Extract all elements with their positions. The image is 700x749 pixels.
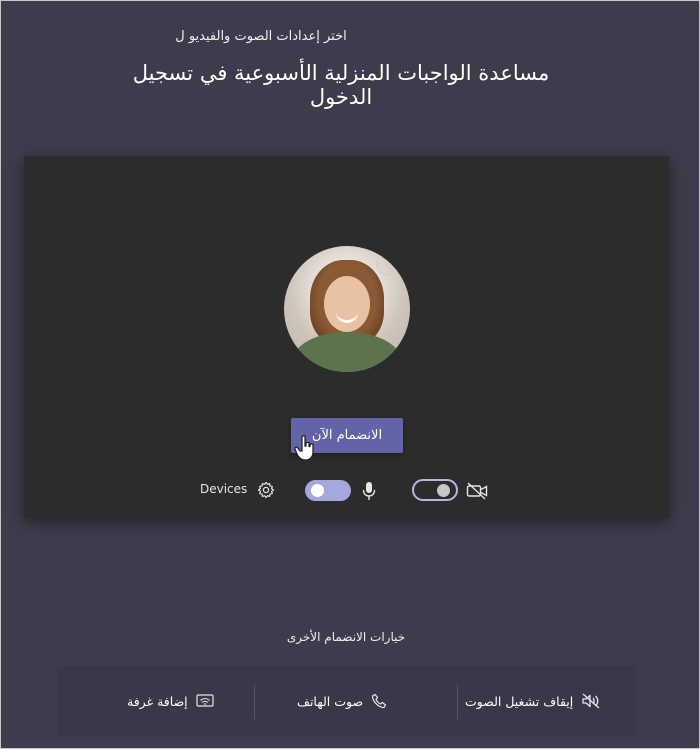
avatar — [284, 246, 410, 372]
page-subtitle: اختر إعدادات الصوت والفيديو ل — [175, 29, 347, 44]
audio-off-label: إيقاف تشغيل الصوت — [465, 693, 574, 709]
divider — [457, 685, 458, 719]
phone-icon — [371, 693, 387, 709]
add-room-option[interactable]: إضافة غرفة — [127, 666, 214, 736]
divider — [254, 685, 255, 719]
other-join-options-title: خيارات الانضمام الأخرى — [286, 630, 406, 644]
other-join-options-bar: إيقاف تشغيل الصوت صوت الهاتف إضافة غرفة — [57, 666, 636, 736]
audio-off-icon — [582, 693, 600, 709]
prejoin-screen: اختر إعدادات الصوت والفيديو ل مساعدة الو… — [0, 0, 700, 749]
device-controls: Devices — [24, 478, 669, 508]
camera-off-icon — [466, 482, 488, 500]
room-cast-icon — [196, 694, 214, 707]
gear-icon[interactable] — [257, 481, 275, 499]
meeting-title: مساعدة الواجبات المنزلية الأسبوعية في تس… — [132, 61, 550, 109]
hand-cursor-icon — [294, 435, 314, 461]
video-preview: الانضمام الآن Devices — [24, 156, 669, 518]
phone-audio-option[interactable]: صوت الهاتف — [297, 666, 387, 736]
microphone-toggle[interactable] — [305, 480, 351, 501]
microphone-icon — [362, 482, 376, 500]
devices-label[interactable]: Devices — [200, 482, 247, 496]
phone-audio-label: صوت الهاتف — [297, 693, 364, 709]
audio-off-option[interactable]: إيقاف تشغيل الصوت — [465, 666, 601, 736]
add-room-label: إضافة غرفة — [127, 693, 188, 709]
camera-toggle[interactable] — [412, 479, 458, 501]
